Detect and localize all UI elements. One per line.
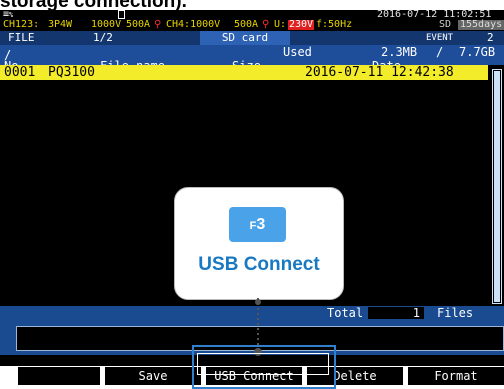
highlight-inner (197, 353, 329, 375)
usb-connect-highlight (192, 345, 336, 389)
callout-connector (254, 298, 262, 356)
